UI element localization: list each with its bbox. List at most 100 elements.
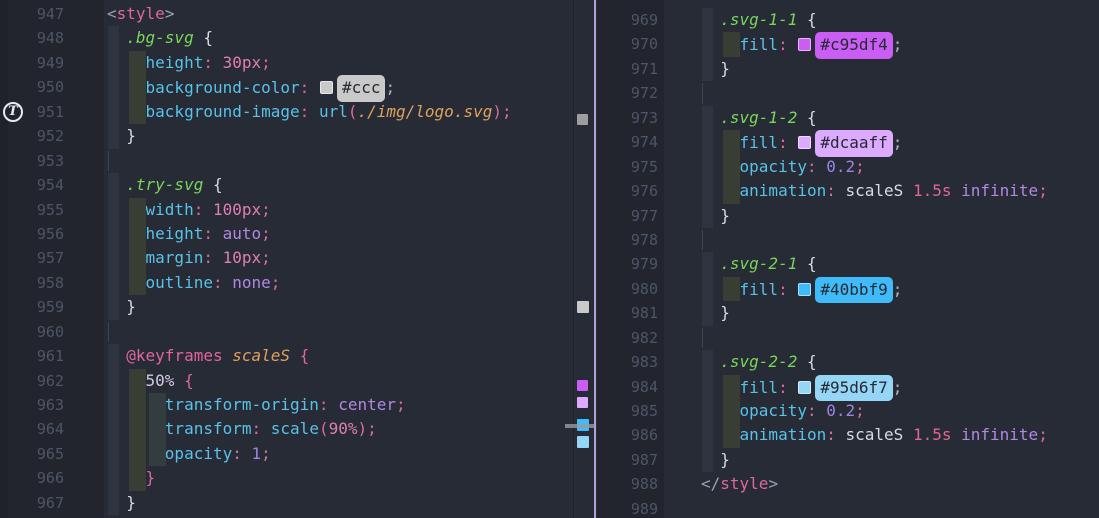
syntax-token[interactable]: {: [807, 10, 817, 29]
syntax-token[interactable]: :: [826, 181, 836, 200]
syntax-token[interactable]: ;: [261, 444, 271, 463]
line-number[interactable]: 952: [18, 124, 64, 148]
line-number[interactable]: 988: [612, 472, 658, 496]
syntax-token[interactable]: {: [203, 28, 213, 47]
code-line-row[interactable]: 989: [597, 497, 1099, 518]
circled-t-gutter-icon[interactable]: T: [3, 102, 23, 122]
color-hex-chip[interactable]: #c95df4: [815, 32, 892, 58]
syntax-token[interactable]: ;: [271, 273, 281, 292]
line-number[interactable]: 973: [612, 106, 658, 130]
code-line-row[interactable]: 983 .svg-2-2 {: [597, 350, 1099, 374]
syntax-token[interactable]: 90%: [329, 419, 358, 438]
syntax-token[interactable]: ;: [855, 157, 865, 176]
syntax-token[interactable]: ;: [385, 78, 395, 97]
syntax-token[interactable]: [788, 378, 798, 397]
syntax-token[interactable]: ;: [893, 378, 903, 397]
syntax-token[interactable]: [194, 28, 204, 47]
syntax-token[interactable]: }: [126, 126, 136, 145]
line-number[interactable]: 976: [612, 179, 658, 203]
editor-pane-left[interactable]: 947<style>948 .bg-svg {949 height: 30px;…: [0, 0, 595, 518]
color-swatch[interactable]: [798, 136, 811, 149]
line-number[interactable]: 983: [612, 350, 658, 374]
syntax-token[interactable]: center: [329, 395, 396, 414]
syntax-token[interactable]: .svg-1-2: [720, 108, 797, 127]
syntax-token[interactable]: infinite: [951, 181, 1038, 200]
line-number[interactable]: 989: [612, 497, 658, 518]
syntax-token[interactable]: style: [720, 474, 768, 493]
line-number[interactable]: 972: [612, 81, 658, 105]
code-line-row[interactable]: 974 fill: #dcaaff;: [597, 130, 1099, 154]
syntax-token[interactable]: scale: [271, 419, 319, 438]
code-line[interactable]: background-image: url(./img/logo.svg);: [107, 100, 512, 124]
code-line-row[interactable]: 953: [0, 149, 595, 173]
syntax-token[interactable]: {: [807, 352, 817, 371]
line-number[interactable]: 964: [18, 417, 64, 441]
line-number[interactable]: 953: [18, 149, 64, 173]
code-line-row[interactable]: 981 }: [597, 301, 1099, 325]
line-number[interactable]: 954: [18, 173, 64, 197]
code-line-row[interactable]: 973 .svg-1-2 {: [597, 106, 1099, 130]
color-swatch[interactable]: [798, 38, 811, 51]
syntax-token[interactable]: 50%: [146, 371, 175, 390]
syntax-token[interactable]: height: [146, 224, 204, 243]
syntax-token[interactable]: url: [319, 102, 348, 121]
line-number[interactable]: 985: [612, 399, 658, 423]
syntax-token[interactable]: opacity: [740, 157, 807, 176]
syntax-token[interactable]: >: [165, 4, 175, 23]
syntax-token[interactable]: ;: [261, 200, 271, 219]
code-line[interactable]: <style>: [107, 2, 174, 26]
line-number[interactable]: 977: [612, 204, 658, 228]
code-line-row[interactable]: 970 fill: #c95df4;: [597, 32, 1099, 56]
line-number[interactable]: 966: [18, 466, 64, 490]
syntax-token[interactable]: [788, 35, 798, 54]
line-number[interactable]: 967: [18, 491, 64, 515]
line-number[interactable]: 984: [612, 375, 658, 399]
syntax-token[interactable]: :: [232, 444, 242, 463]
code-line[interactable]: .bg-svg {: [107, 26, 213, 50]
syntax-token[interactable]: :: [194, 200, 204, 219]
syntax-token[interactable]: }: [720, 59, 730, 78]
syntax-token[interactable]: height: [146, 53, 204, 72]
syntax-token[interactable]: scaleS: [836, 425, 903, 444]
code-line-row[interactable]: 958 outline: none;: [0, 271, 595, 295]
syntax-token[interactable]: }: [126, 297, 136, 316]
syntax-token[interactable]: animation: [740, 425, 827, 444]
line-number[interactable]: 981: [612, 301, 658, 325]
syntax-token[interactable]: transform-origin: [165, 395, 319, 414]
syntax-token[interactable]: [290, 346, 300, 365]
syntax-token[interactable]: none: [223, 273, 271, 292]
syntax-token[interactable]: background-color: [146, 78, 300, 97]
syntax-token[interactable]: :: [778, 378, 788, 397]
line-number[interactable]: 948: [18, 26, 64, 50]
line-number[interactable]: 949: [18, 51, 64, 75]
code-line-row[interactable]: 965 opacity: 1;: [0, 442, 595, 466]
code-line-row[interactable]: 969 .svg-1-1 {: [597, 8, 1099, 32]
line-number[interactable]: 962: [18, 369, 64, 393]
syntax-token[interactable]: scaleS: [836, 181, 903, 200]
code-line-row[interactable]: 947<style>: [0, 2, 595, 26]
code-line[interactable]: @keyframes scaleS {: [107, 344, 309, 368]
syntax-token[interactable]: 10px: [213, 248, 261, 267]
pane-divider-sash[interactable]: [594, 0, 596, 518]
syntax-token[interactable]: [797, 352, 807, 371]
code-line-row[interactable]: 949 height: 30px;: [0, 51, 595, 75]
code-line-row[interactable]: 976 animation: scaleS 1.5s infinite;: [597, 179, 1099, 203]
syntax-token[interactable]: ): [492, 102, 502, 121]
syntax-token[interactable]: ;: [261, 53, 271, 72]
syntax-token[interactable]: }: [720, 303, 730, 322]
code-line-row[interactable]: 961 @keyframes scaleS {: [0, 344, 595, 368]
syntax-token[interactable]: scaleS: [232, 346, 290, 365]
line-number[interactable]: 965: [18, 442, 64, 466]
code-line-row[interactable]: 957 margin: 10px;: [0, 246, 595, 270]
syntax-token[interactable]: ;: [367, 419, 377, 438]
color-hex-chip[interactable]: #95d6f7: [815, 375, 892, 401]
code-line-row[interactable]: 951T background-image: url(./img/logo.sv…: [0, 100, 595, 124]
code-line-row[interactable]: 954 .try-svg {: [0, 173, 595, 197]
syntax-token[interactable]: 0.2: [817, 157, 856, 176]
syntax-token[interactable]: }: [146, 468, 156, 487]
syntax-token[interactable]: background-image: [146, 102, 300, 121]
syntax-token[interactable]: :: [203, 224, 213, 243]
color-hex-chip[interactable]: #40bbf9: [815, 277, 892, 303]
syntax-token[interactable]: transform: [165, 419, 252, 438]
syntax-token[interactable]: 0.2: [817, 401, 856, 420]
